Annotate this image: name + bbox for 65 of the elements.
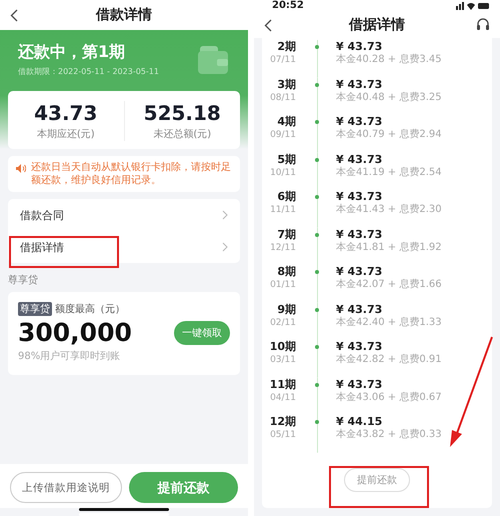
period-label: 9期: [277, 302, 296, 316]
section-label: 尊享贷: [8, 274, 39, 287]
due-date: 11/11: [270, 204, 296, 216]
amount-label: 未还总额(元): [153, 128, 212, 141]
menu-item[interactable]: 借据详情: [8, 231, 240, 263]
amount-breakdown: 本金41.43 + 息费2.30: [336, 204, 442, 216]
upload-button[interactable]: 上传借款用途说明: [10, 472, 122, 503]
period-label: 10期: [270, 340, 296, 354]
installment-amount: ¥ 43.73: [336, 78, 384, 92]
amount-breakdown: 本金41.81 + 息费1.92: [336, 242, 442, 254]
installment-amount: ¥ 43.73: [336, 378, 384, 392]
installment-amount: ¥ 43.73: [336, 152, 384, 166]
amount-breakdown: 本金40.48 + 息费3.25: [336, 92, 442, 104]
amount-label: 本期应还(元): [36, 128, 95, 141]
period-label: 7期: [277, 228, 296, 242]
amount-breakdown: 本金43.82 + 息费0.33: [336, 429, 442, 441]
due-date: 04/11: [270, 392, 296, 404]
installment-amount: ¥ 43.73: [336, 265, 384, 278]
period-label: 12期: [270, 415, 296, 429]
loan-status: 还款中，第1期: [18, 42, 126, 63]
period-label: 4期: [277, 115, 296, 129]
due-date: 07/11: [270, 54, 296, 66]
installment-amount: ¥ 43.73: [336, 340, 384, 354]
amount-breakdown: 本金42.40 + 息费1.33: [336, 316, 442, 328]
amount-breakdown: 本金42.82 + 息费0.91: [336, 354, 442, 366]
amount-breakdown: 本金40.79 + 息费2.94: [336, 129, 442, 141]
amount-breakdown: 本金43.06 + 息费0.67: [336, 392, 442, 404]
due-date: 05/11: [270, 429, 296, 441]
due-date: 10/11: [270, 166, 296, 178]
loan-period: 借款期限：2022-05-11 - 2023-05-11: [18, 66, 159, 77]
notice-text: 还款日当天自动从默认银行卡扣除，请按时足额还款，维护良好信用记录。: [31, 161, 232, 187]
menu-label: 借款合同: [20, 208, 64, 222]
amount-value: 43.73: [34, 101, 98, 125]
status-time: 20:52: [272, 0, 304, 12]
period-label: 3期: [277, 78, 296, 92]
amount-breakdown: 本金42.07 + 息费1.66: [336, 279, 442, 291]
installment-amount: ¥ 43.73: [336, 302, 384, 316]
period-label: 2期: [277, 40, 296, 54]
period-label: 5期: [277, 152, 296, 166]
page-title: 借据详情: [349, 16, 405, 34]
period-label: 6期: [277, 190, 296, 204]
installment-amount: ¥ 43.73: [336, 190, 384, 204]
amount-breakdown: 本金40.28 + 息费3.45: [336, 54, 442, 66]
page-title: 借款详情: [96, 6, 152, 24]
offer-amount: 300,000: [18, 318, 132, 347]
offer-tag: 尊享贷: [18, 302, 52, 316]
installment-amount: ¥ 44.15: [336, 415, 384, 428]
period-label: 11期: [270, 378, 296, 392]
period-label: 8期: [277, 265, 296, 279]
due-date: 03/11: [270, 354, 296, 366]
menu-item[interactable]: 借款合同: [8, 199, 240, 231]
offer-note: 98%用户可享即时到账: [18, 350, 122, 363]
due-date: 01/11: [270, 279, 296, 291]
installment-amount: ¥ 43.73: [336, 228, 384, 242]
amount-breakdown: 本金41.19 + 息费2.54: [336, 166, 442, 178]
due-date: 09/11: [270, 129, 296, 141]
due-date: 12/11: [270, 242, 296, 254]
amount-value: 525.18: [144, 101, 221, 125]
due-date: 08/11: [270, 92, 296, 104]
due-date: 02/11: [270, 316, 296, 328]
installment-amount: ¥ 43.73: [336, 40, 384, 54]
installment-amount: ¥ 43.73: [336, 115, 384, 128]
offer-caption: 额度最高（元）: [55, 302, 125, 316]
menu-label: 借据详情: [20, 240, 64, 254]
prepay-button[interactable]: 提前还款: [344, 468, 410, 492]
